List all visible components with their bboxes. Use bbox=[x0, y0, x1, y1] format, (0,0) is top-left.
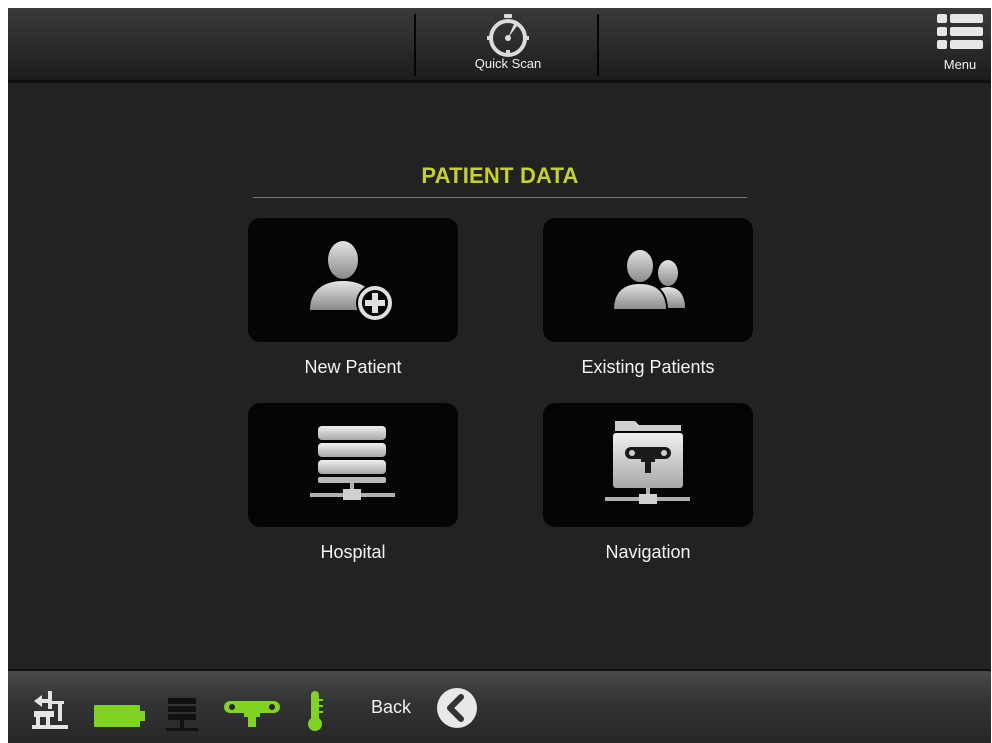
battery-icon bbox=[94, 705, 145, 727]
stopwatch-icon bbox=[487, 14, 529, 57]
quick-scan-label: Quick Scan bbox=[474, 56, 542, 71]
new-patient-tile[interactable] bbox=[248, 218, 458, 342]
top-divider-left bbox=[414, 14, 416, 76]
navigation-label: Navigation bbox=[605, 542, 691, 562]
navigation-tile[interactable] bbox=[543, 403, 753, 527]
users-icon bbox=[611, 248, 685, 311]
menu-button[interactable]: Menu bbox=[935, 8, 985, 80]
existing-patients-tile[interactable] bbox=[543, 218, 753, 342]
title-divider bbox=[253, 197, 747, 198]
bottom-status-bar: Back bbox=[8, 669, 991, 743]
existing-patients-label: Existing Patients bbox=[581, 357, 715, 377]
page-title: PATIENT DATA bbox=[421, 163, 579, 188]
top-divider-right bbox=[597, 14, 599, 76]
thermometer-icon bbox=[308, 691, 323, 731]
server-network-icon bbox=[310, 426, 395, 500]
add-user-icon bbox=[310, 241, 394, 322]
tracker-icon bbox=[224, 701, 280, 727]
hospital-label: Hospital bbox=[320, 542, 386, 562]
device-icon bbox=[32, 691, 68, 729]
menu-label: Menu bbox=[943, 57, 977, 72]
hospital-tile[interactable] bbox=[248, 403, 458, 527]
quick-scan-button[interactable]: Quick Scan bbox=[448, 10, 568, 80]
back-button[interactable] bbox=[436, 687, 478, 729]
back-label[interactable]: Back bbox=[371, 697, 411, 718]
server-icon bbox=[166, 698, 198, 731]
new-patient-label: New Patient bbox=[304, 357, 402, 377]
app-window: Quick Scan Menu PATIENT DATA New Patient… bbox=[8, 8, 991, 743]
navigation-folder-icon bbox=[605, 421, 690, 504]
menu-icon bbox=[937, 14, 983, 49]
top-bar: Quick Scan Menu bbox=[8, 8, 991, 83]
